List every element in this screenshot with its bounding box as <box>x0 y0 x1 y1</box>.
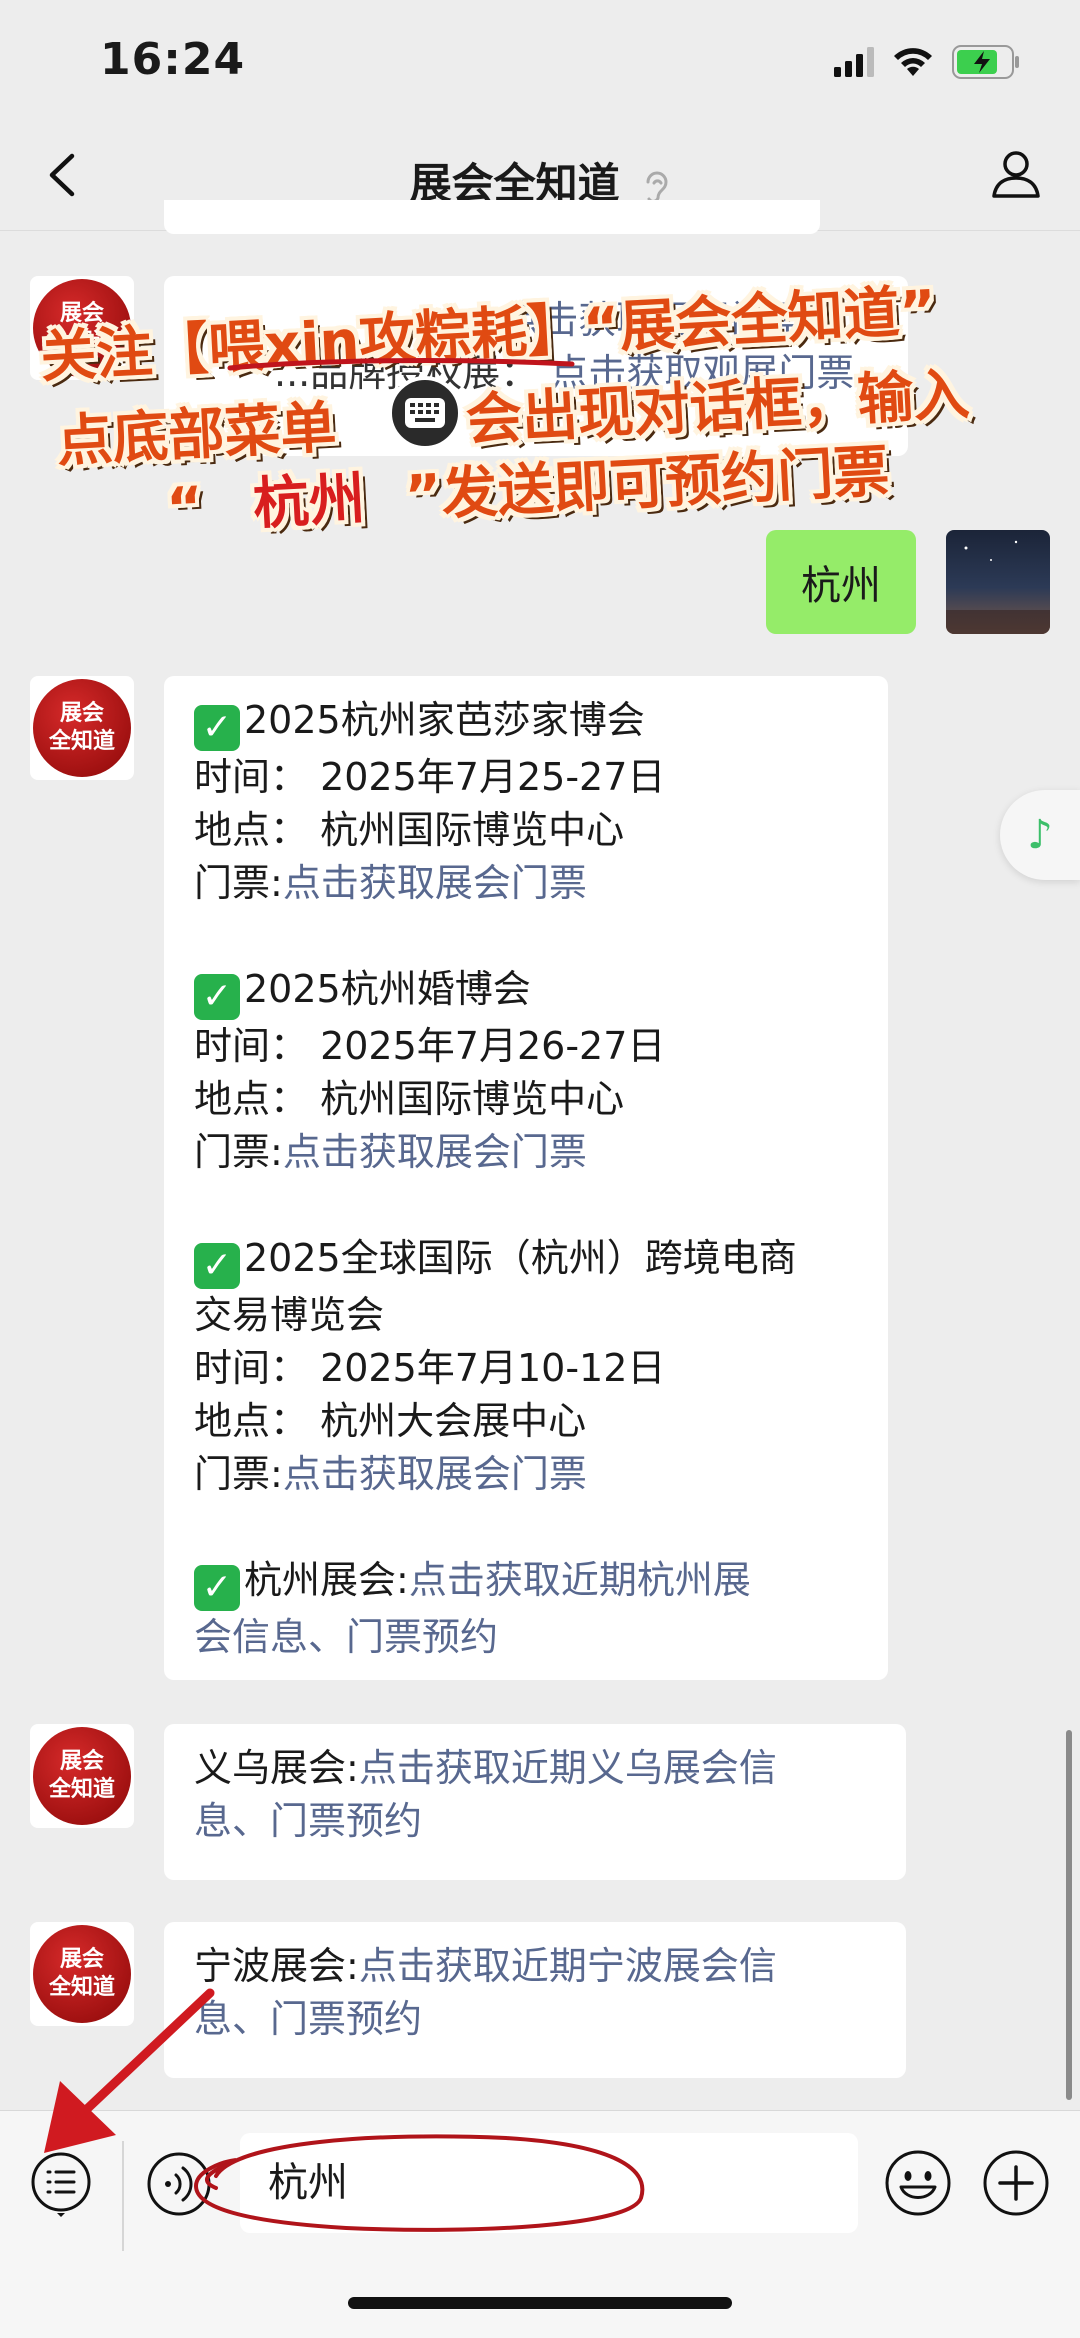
user-message-bubble: 杭州 <box>766 530 916 634</box>
message-bubble: ✓ 2025杭州家芭莎家博会 时间： 2025年7月25-27日 地点： 杭州国际… <box>164 676 888 1680</box>
home-indicator[interactable] <box>348 2297 732 2309</box>
user-avatar[interactable] <box>946 530 1050 634</box>
exhibition-item: ✓ 2025全球国际（杭州）跨境电商 交易博览会 时间： 2025年7月10-12… <box>194 1236 797 1496</box>
exhibition-summary: ✓ 杭州展会:点击获取近期杭州展 会信息、门票预约 <box>194 1554 858 1664</box>
keyboard-icon <box>388 376 462 450</box>
message-bubble: 宁波展会:点击获取近期宁波展会信 息、门票预约 <box>164 1922 906 2078</box>
info-link[interactable]: 息、门票预约 <box>194 1993 876 2046</box>
person-icon[interactable] <box>988 146 1044 202</box>
check-icon: ✓ <box>194 974 240 1020</box>
check-icon: ✓ <box>194 1565 240 1611</box>
avatar: 展会 全知道 <box>30 1724 134 1828</box>
info-link[interactable]: 点击获取近期杭州展 <box>409 1558 751 1602</box>
message-bubble: 义乌展会:点击获取近期义乌展会信 息、门票预约 <box>164 1724 906 1880</box>
status-bar: 16:24 <box>0 0 1080 120</box>
info-link[interactable]: 息、门票预约 <box>194 1795 876 1848</box>
check-icon: ✓ <box>194 705 240 751</box>
list-menu-icon[interactable] <box>28 2151 94 2217</box>
avatar-logo: 展会 全知道 <box>33 1727 131 1825</box>
music-note-icon[interactable]: ♪ <box>1000 790 1080 880</box>
avatar: 展会 全知道 <box>30 676 134 780</box>
wifi-icon <box>894 48 932 76</box>
status-icons <box>834 40 1020 84</box>
circle-annotation <box>193 2134 645 2232</box>
emoji-icon[interactable] <box>884 2149 952 2217</box>
ticket-link[interactable]: 点击获取展会门票 <box>283 1130 587 1174</box>
info-link[interactable]: 点击获取近期义乌展会信 <box>359 1746 777 1790</box>
exhibition-item: ✓ 2025杭州家芭莎家博会 时间： 2025年7月25-27日 地点： 杭州国际… <box>194 698 666 905</box>
message-bubble-partial-edge <box>164 200 820 234</box>
avatar-logo: 展会 全知道 <box>33 679 131 777</box>
info-link[interactable]: 点击获取近期宁波展会信 <box>359 1944 777 1988</box>
underline-annotation <box>227 358 575 371</box>
plus-icon[interactable] <box>982 2149 1050 2217</box>
status-time: 16:24 <box>100 34 246 85</box>
moon-image <box>946 540 1050 634</box>
exhibition-item: ✓ 2025杭州婚博会 时间： 2025年7月26-27日 地点： 杭州国际博览中… <box>194 967 666 1174</box>
info-link[interactable]: 会信息、门票预约 <box>194 1611 858 1664</box>
battery-icon <box>952 45 1019 79</box>
check-icon: ✓ <box>194 1243 240 1289</box>
ticket-link[interactable]: 点击获取展会门票 <box>283 1452 587 1496</box>
signal-icon <box>834 47 874 77</box>
ticket-link[interactable]: 点击获取展会门票 <box>283 861 587 905</box>
scrollbar[interactable] <box>1066 1730 1072 2100</box>
